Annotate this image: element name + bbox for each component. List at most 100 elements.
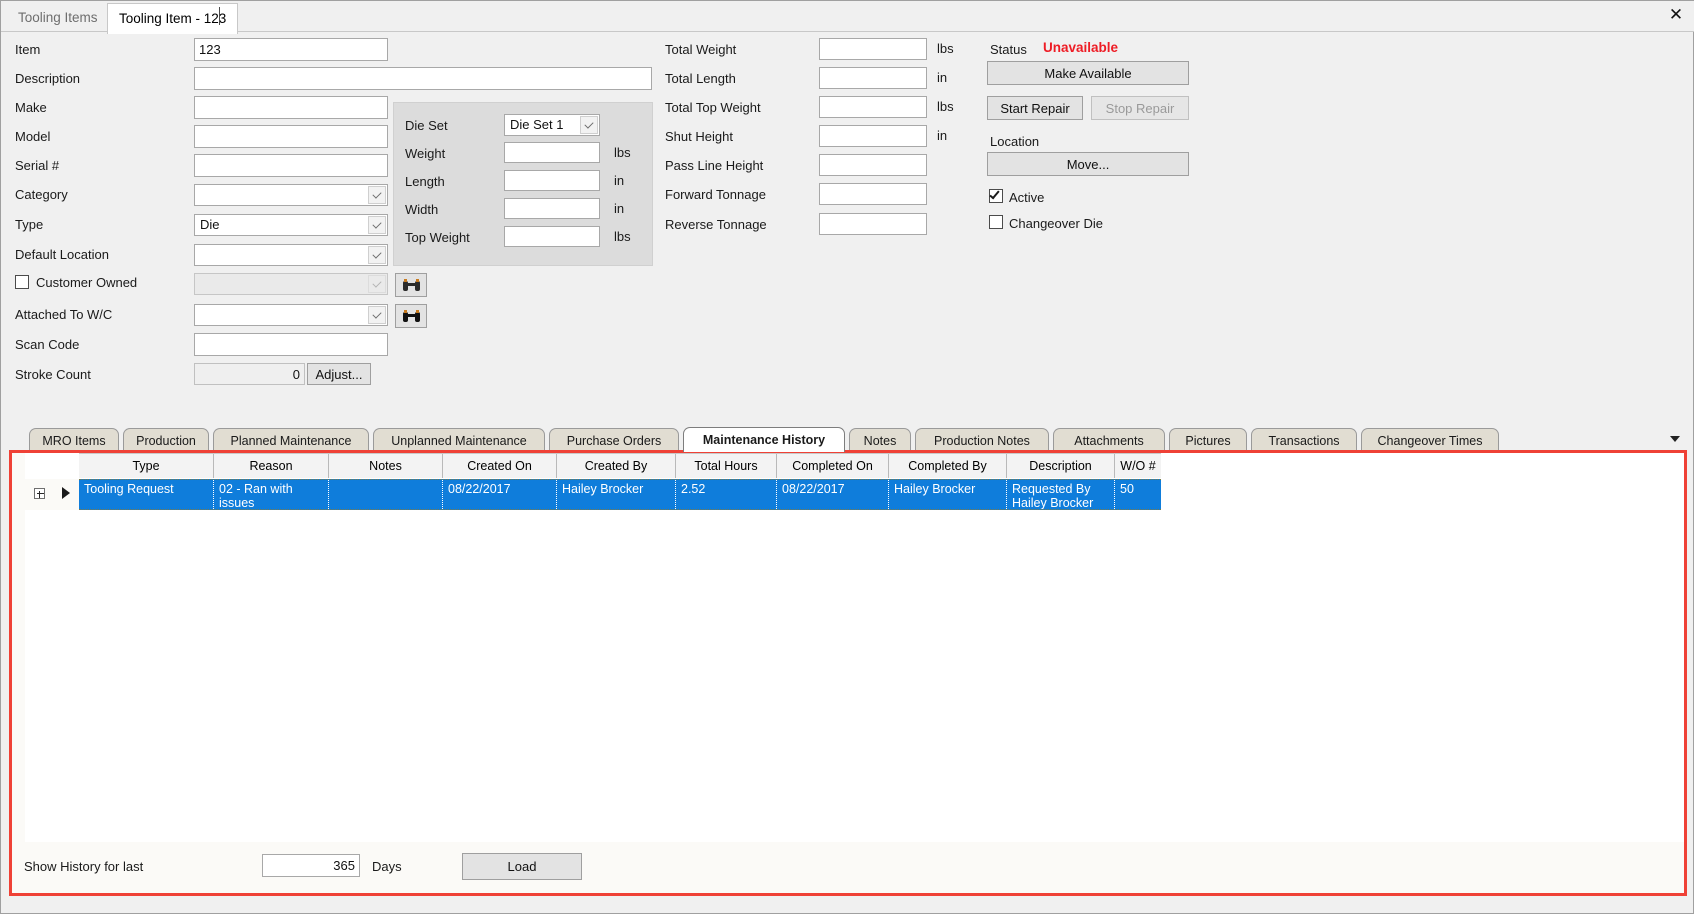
serial-number-input[interactable]: [194, 154, 388, 177]
customer-owned-checkbox[interactable]: [15, 275, 29, 289]
type-combo[interactable]: Die: [194, 214, 388, 236]
grid-header-completed-by[interactable]: Completed By: [889, 454, 1007, 478]
chevron-down-icon[interactable]: [580, 116, 598, 134]
tab-overflow-button[interactable]: [1667, 431, 1683, 447]
total-weight-input[interactable]: [819, 38, 927, 60]
serial-number-label: Serial #: [15, 158, 60, 173]
total-top-weight-input[interactable]: [819, 96, 927, 118]
tab-unplanned-maintenance[interactable]: Unplanned Maintenance: [373, 428, 545, 452]
die-set-width-label: Width: [405, 202, 439, 217]
total-length-unit: in: [937, 70, 948, 85]
grid-header-total-hours[interactable]: Total Hours: [676, 454, 777, 478]
plus-expander-icon[interactable]: [34, 488, 45, 499]
type-label: Type: [15, 217, 44, 232]
move-button[interactable]: Move...: [987, 152, 1189, 176]
model-input[interactable]: [194, 125, 388, 148]
grid-header-created-by[interactable]: Created By: [557, 454, 676, 478]
cell-total-hours: 2.52: [676, 480, 777, 509]
status-label: Status: [990, 42, 1027, 57]
document-tab-tooling-items-label: Tooling Items: [18, 10, 98, 25]
tab-production-notes[interactable]: Production Notes: [915, 428, 1049, 452]
description-input[interactable]: [194, 67, 652, 90]
tab-attachments[interactable]: Attachments: [1053, 428, 1165, 452]
chevron-down-icon[interactable]: [368, 306, 386, 324]
load-button[interactable]: Load: [462, 853, 582, 880]
text-caret: [219, 7, 220, 25]
chevron-down-icon: [368, 275, 386, 293]
tab-transactions[interactable]: Transactions: [1251, 428, 1357, 452]
tab-changeover-times-label: Changeover Times: [1377, 433, 1483, 448]
reverse-tonnage-input[interactable]: [819, 213, 927, 235]
grid-header-wo-number[interactable]: W/O #: [1115, 454, 1161, 478]
die-set-top-weight-input[interactable]: [504, 226, 600, 247]
chevron-down-icon: [1670, 436, 1680, 442]
grid-header-created-on[interactable]: Created On: [443, 454, 557, 478]
pass-line-height-input[interactable]: [819, 154, 927, 176]
die-set-combo[interactable]: Die Set 1: [504, 114, 600, 136]
changeover-die-checkbox[interactable]: [989, 215, 1003, 229]
make-input[interactable]: [194, 96, 388, 119]
stroke-count-value: [194, 363, 305, 385]
tab-mro-items[interactable]: MRO Items: [29, 428, 119, 452]
tab-mro-items-label: MRO Items: [42, 433, 106, 448]
total-length-input[interactable]: [819, 67, 927, 89]
grid-header-type[interactable]: Type: [79, 454, 214, 478]
shut-height-input[interactable]: [819, 125, 927, 147]
grid-header-description[interactable]: Description: [1007, 454, 1115, 478]
forward-tonnage-input[interactable]: [819, 183, 927, 205]
tab-purchase-orders[interactable]: Purchase Orders: [549, 428, 679, 452]
move-button-label: Move...: [1066, 156, 1110, 172]
die-set-width-input[interactable]: [504, 198, 600, 219]
total-top-weight-label: Total Top Weight: [665, 100, 761, 115]
tab-planned-maintenance[interactable]: Planned Maintenance: [213, 428, 369, 452]
category-combo[interactable]: [194, 184, 388, 206]
die-set-weight-input[interactable]: [504, 142, 600, 163]
chevron-down-icon[interactable]: [368, 186, 386, 204]
stop-repair-label: Stop Repair: [1105, 100, 1175, 116]
tab-changeover-times[interactable]: Changeover Times: [1361, 428, 1499, 452]
document-tab-tooling-items[interactable]: Tooling Items: [7, 3, 109, 32]
default-location-combo[interactable]: [194, 244, 388, 266]
die-set-weight-label: Weight: [405, 146, 446, 161]
tooling-item-window: Tooling Items Tooling Item - 123 ✕ Item …: [0, 0, 1694, 914]
total-weight-label: Total Weight: [665, 42, 737, 57]
document-tab-bar: Tooling Items Tooling Item - 123 ✕: [1, 1, 1694, 34]
grid-header-notes[interactable]: Notes: [329, 454, 443, 478]
maintenance-history-panel: Type Reason Notes Created On Created By …: [9, 450, 1687, 896]
customer-owned-label: Customer Owned: [36, 275, 138, 290]
tab-transactions-label: Transactions: [1268, 433, 1340, 448]
start-repair-button[interactable]: Start Repair: [987, 96, 1083, 120]
show-history-label: Show History for last: [24, 859, 144, 874]
days-input[interactable]: [262, 854, 360, 877]
active-label: Active: [1009, 190, 1045, 205]
checkmark-icon: [989, 188, 1000, 200]
make-label: Make: [15, 100, 47, 115]
chevron-down-icon[interactable]: [368, 246, 386, 264]
grid-header-completed-on[interactable]: Completed On: [777, 454, 889, 478]
attached-to-wc-find-button[interactable]: [395, 304, 427, 328]
tab-notes[interactable]: Notes: [849, 428, 911, 452]
tab-maintenance-history[interactable]: Maintenance History: [683, 427, 845, 452]
make-available-button[interactable]: Make Available: [987, 61, 1189, 85]
cell-description: Requested By Hailey Brocker: [1007, 480, 1115, 509]
chevron-down-icon[interactable]: [368, 216, 386, 234]
grid-row-header[interactable]: [25, 479, 79, 510]
item-input[interactable]: [194, 38, 388, 61]
customer-owned-find-button[interactable]: [395, 273, 427, 297]
cell-reason: 02 - Ran with issues: [214, 480, 329, 509]
tab-notes-label: Notes: [863, 433, 897, 448]
grid-header-reason[interactable]: Reason: [214, 454, 329, 478]
tab-production[interactable]: Production: [123, 428, 209, 452]
table-row[interactable]: Tooling Request 02 - Ran with issues 08/…: [79, 479, 1161, 510]
model-label: Model: [15, 129, 51, 144]
attached-to-wc-combo[interactable]: [194, 304, 388, 326]
make-available-label: Make Available: [1044, 65, 1132, 81]
active-checkbox[interactable]: [989, 188, 1003, 203]
tab-pictures[interactable]: Pictures: [1169, 428, 1247, 452]
die-set-length-input[interactable]: [504, 170, 600, 191]
die-set-top-weight-unit: lbs: [614, 229, 631, 244]
scan-code-input[interactable]: [194, 333, 388, 356]
start-repair-label: Start Repair: [1000, 100, 1070, 116]
adjust-stroke-count-button[interactable]: Adjust...: [307, 363, 371, 385]
close-icon[interactable]: ✕: [1666, 5, 1686, 25]
